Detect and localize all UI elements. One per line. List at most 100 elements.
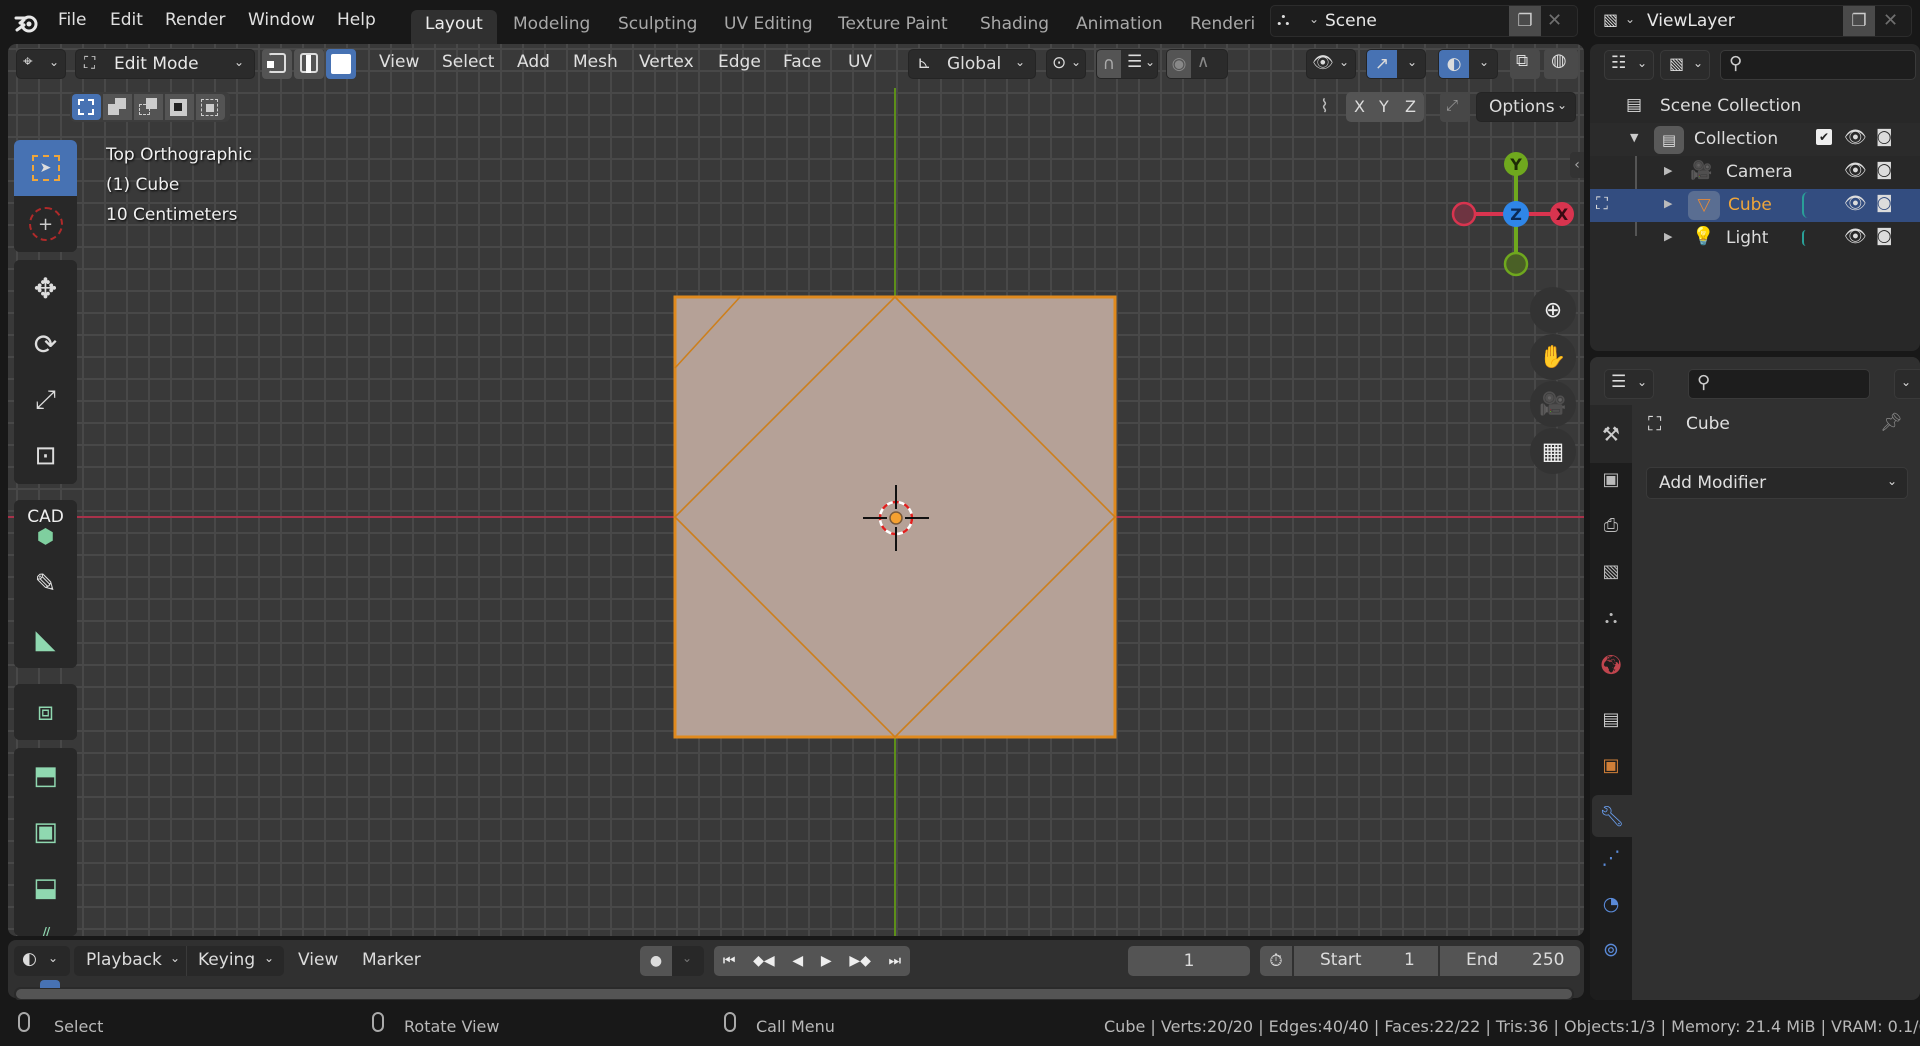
gizmo-toggle[interactable]: ↗ ⌄ [1366, 49, 1426, 79]
jump-start-icon[interactable]: ⏮ [723, 953, 736, 969]
overlays-toggle[interactable]: ◐ ⌄ [1438, 49, 1498, 79]
select-invert-icon[interactable] [165, 94, 194, 120]
tab-texture-paint[interactable]: Texture Paint [824, 10, 962, 44]
camera-render-icon[interactable]: ◙ [1876, 160, 1893, 180]
menu-file[interactable]: File [58, 10, 86, 30]
mirror-z-toggle[interactable]: Z [1405, 97, 1416, 116]
tool-cad-transform[interactable]: CAD ⬢ [14, 500, 77, 556]
end-frame-field[interactable]: End 250 [1440, 946, 1580, 976]
view-layer-name[interactable]: ViewLayer [1647, 11, 1735, 31]
tool-annotate[interactable]: ✎ [14, 556, 77, 612]
expand-arrow-icon[interactable]: ▶ [1664, 164, 1672, 177]
sidebar-toggle-icon[interactable]: ‹ [1570, 152, 1584, 178]
eye-icon[interactable]: 👁 [1844, 127, 1867, 148]
tab-modeling[interactable]: Modeling [499, 10, 604, 44]
xray-toggle[interactable]: ⧉ [1510, 49, 1540, 79]
properties-editor-type-button[interactable]: ☰ ⌄ [1604, 369, 1654, 399]
menu-marker[interactable]: Marker [362, 950, 421, 970]
menu-vertex[interactable]: Vertex [639, 52, 694, 72]
select-new-icon[interactable] [72, 94, 101, 120]
menu-timeline-view[interactable]: View [298, 950, 338, 970]
pivot-point-selector[interactable]: ⊙ ⌄ [1046, 49, 1086, 79]
record-icon[interactable]: ● [640, 946, 672, 976]
camera-render-icon[interactable]: ◙ [1876, 193, 1893, 213]
camera-render-icon[interactable]: ◙ [1876, 127, 1893, 147]
tab-shading[interactable]: Shading [966, 10, 1063, 44]
snap-controls[interactable]: ∩ ☰ ⌄ [1096, 49, 1158, 79]
gizmo-icon[interactable]: ↗ [1367, 50, 1397, 78]
tool-add-cube[interactable]: ⧈ [14, 684, 77, 740]
tab-output[interactable]: ⎙ [1590, 515, 1632, 551]
add-modifier-dropdown[interactable]: Add Modifier ⌄ [1646, 467, 1908, 499]
mirror-x-toggle[interactable]: X [1354, 97, 1365, 116]
outliner-search-input[interactable]: ⚲ [1720, 50, 1916, 80]
navigation-gizmo[interactable]: X Y Z [1438, 140, 1578, 280]
auto-merge-toggle[interactable]: ⤢ [1440, 92, 1470, 122]
tab-physics[interactable]: ◔ [1590, 893, 1632, 929]
vertex-select-mode-button[interactable] [262, 49, 292, 79]
tab-tool[interactable]: ⚒ [1590, 405, 1632, 463]
outliner-editor-type-button[interactable]: ☷ ⌄ [1604, 50, 1654, 80]
expand-arrow-icon[interactable]: ▼ [1630, 131, 1638, 144]
edit-mode-icon[interactable]: ⛶ [1596, 194, 1608, 214]
menu-edit[interactable]: Edit [110, 10, 143, 30]
data-indicator-icon[interactable] [1802, 230, 1806, 246]
tool-cursor[interactable]: + [14, 196, 77, 252]
menu-help[interactable]: Help [337, 10, 376, 30]
tab-collection[interactable]: ▤ [1590, 709, 1632, 745]
timeline-editor-type-button[interactable]: ◐ ⌄ [14, 946, 70, 976]
menu-edge[interactable]: Edge [718, 52, 761, 72]
snap-increment-icon[interactable]: ☰ [1127, 52, 1142, 72]
new-view-layer-icon[interactable]: ❐ [1843, 6, 1875, 36]
tab-world[interactable]: 🌍︎ [1590, 653, 1632, 689]
tool-rotate[interactable]: ⟳ [14, 316, 77, 372]
tab-uv-editing[interactable]: UV Editing [710, 10, 827, 44]
tool-move[interactable]: ✥ [14, 260, 77, 316]
tab-rendering[interactable]: Renderi [1176, 10, 1256, 44]
editor-type-button[interactable]: ⌖ ⌄ [16, 49, 66, 79]
tool-extrude[interactable]: ⬒ [14, 748, 77, 804]
timeline-scrollbar[interactable] [14, 987, 1574, 1001]
tab-layout[interactable]: Layout [411, 10, 497, 44]
modifier-indicator-icon[interactable] [1802, 192, 1808, 218]
snap-toggle-icon[interactable]: ∩ [1097, 50, 1121, 78]
tool-select-box[interactable]: ➤ [14, 140, 77, 196]
menu-mesh[interactable]: Mesh [573, 52, 618, 72]
tab-constraints[interactable]: ⊚ [1590, 939, 1632, 975]
new-scene-icon[interactable]: ❐ [1509, 6, 1541, 36]
overlays-icon[interactable]: ◐ [1439, 50, 1469, 78]
face-select-mode-button[interactable] [326, 49, 356, 79]
tool-bevel[interactable]: ⬓ [14, 860, 77, 916]
tab-view-layer[interactable]: ▧ [1590, 561, 1632, 597]
proportional-editing-controls[interactable]: ◉ ∧ [1166, 49, 1228, 79]
edge-select-mode-button[interactable] [294, 49, 324, 79]
tab-object[interactable]: ▣ [1590, 755, 1632, 791]
tool-transform[interactable]: ⊡ [14, 428, 77, 484]
playhead-indicator[interactable] [40, 980, 60, 988]
display-mode-button[interactable]: ▧ ⌄ [1660, 50, 1710, 80]
mirror-icon[interactable]: ⌇ [1320, 96, 1329, 117]
tab-animation[interactable]: Animation [1062, 10, 1177, 44]
expand-arrow-icon[interactable]: ▶ [1664, 230, 1672, 243]
select-extend-icon[interactable] [103, 94, 132, 120]
tab-sculpting[interactable]: Sculpting [604, 10, 711, 44]
menu-uv[interactable]: UV [848, 52, 872, 72]
scene-selector[interactable]: ⛬ ⌄ Scene ❐ ✕ [1270, 5, 1578, 37]
next-keyframe-icon[interactable]: ▶◆ [849, 953, 871, 969]
preview-range-icon[interactable]: ⏱ [1260, 946, 1292, 976]
tab-render[interactable]: ▣ [1590, 469, 1632, 505]
orthographic-toggle-button[interactable]: ▦ [1530, 428, 1576, 474]
gizmo-neg-x[interactable] [1451, 201, 1477, 227]
eye-icon[interactable]: 👁 [1844, 193, 1867, 214]
current-frame-field[interactable]: 1 [1128, 946, 1250, 976]
eye-icon[interactable]: 👁 [1844, 226, 1867, 247]
transform-orientation-selector[interactable]: ⊾ Global ⌄ [908, 49, 1036, 79]
play-icon[interactable]: ▶ [821, 953, 832, 969]
close-icon[interactable]: ✕ [1883, 10, 1898, 31]
3d-viewport[interactable]: ⌖ ⌄ ⛶ Edit Mode ⌄ View Select Add Mesh V… [8, 44, 1584, 936]
outliner-row-camera[interactable]: ▶ 🎥 Camera 👁 ◙ [1590, 156, 1920, 189]
select-subtract-icon[interactable] [134, 94, 163, 120]
gizmo-neg-y[interactable] [1503, 251, 1529, 277]
tab-modifiers[interactable]: 🔧︎ [1592, 795, 1632, 837]
tool-loop-cut[interactable]: ⫽ [14, 916, 77, 936]
